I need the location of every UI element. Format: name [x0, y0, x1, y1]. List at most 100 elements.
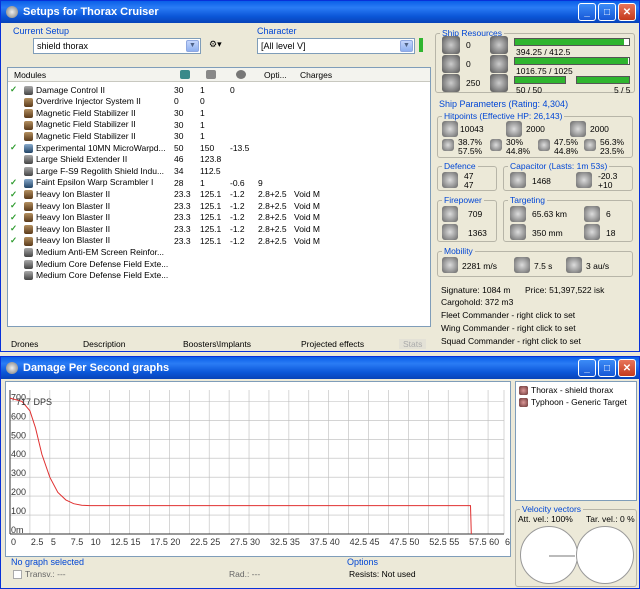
active-check-icon[interactable]: ✓	[10, 212, 17, 222]
x-tick-label: 37.5	[310, 537, 328, 547]
module-icon	[24, 225, 33, 235]
module-optimal: 2.8+2.5	[258, 200, 287, 211]
module-row[interactable]: Magnetic Field Stabilizer II 30 1	[8, 119, 430, 131]
sensor-strength-icon	[584, 224, 600, 240]
module-row[interactable]: ✓ Experimental 10MN MicroWarpd... 50 150 -13…	[8, 142, 430, 154]
fleet-commander[interactable]: Fleet Commander - right click to set	[441, 310, 575, 320]
wing-commander[interactable]: Wing Commander - right click to set	[441, 323, 576, 333]
powergrid-column-icon[interactable]	[206, 70, 216, 79]
module-row[interactable]: Medium Core Defense Field Exte...	[8, 270, 430, 282]
squad-commander[interactable]: Squad Commander - right click to set	[441, 336, 581, 346]
module-optimal	[256, 154, 292, 166]
module-icon	[24, 132, 33, 142]
resists-label[interactable]: Resists: Not used	[349, 569, 416, 579]
module-row[interactable]: Medium Anti-EM Screen Reinfor...	[8, 246, 430, 258]
maximize-button[interactable]: □	[598, 3, 616, 21]
setup-options-button[interactable]: ⚙▾	[209, 39, 235, 53]
module-row[interactable]: Large Shield Extender II 46 123.8	[8, 154, 430, 166]
module-cpu	[172, 258, 198, 270]
module-row[interactable]: ✓ Heavy Ion Blaster II 23.3 125.1 -1.2 2.8+2.…	[8, 223, 430, 235]
module-row[interactable]: Magnetic Field Stabilizer II 30 1	[8, 107, 430, 119]
scan-resolution-icon	[510, 224, 526, 240]
modules-list[interactable]: Modules Opti... Charges ✓ Damage Control …	[7, 67, 431, 327]
target-range-icon	[510, 206, 526, 222]
graph-close-button[interactable]: ✕	[618, 359, 636, 377]
module-cpu: 46	[174, 154, 184, 165]
character-dropdown[interactable]: [All level V] ▼	[257, 38, 415, 54]
current-setup-dropdown[interactable]: shield thorax ▼	[33, 38, 201, 54]
active-check-icon[interactable]: ✓	[10, 223, 17, 233]
current-setup-value: shield thorax	[37, 41, 89, 51]
active-check-icon[interactable]: ✓	[10, 177, 17, 187]
col-charges[interactable]: Charges	[300, 70, 332, 80]
active-check-icon[interactable]: ✓	[10, 84, 17, 94]
attacker-velocity-vector[interactable]	[520, 526, 578, 584]
module-optimal	[256, 119, 292, 131]
legend-item-target[interactable]: Typhoon - Generic Target	[519, 396, 633, 408]
cargohold: Cargohold: 372 m3	[441, 297, 514, 307]
volley-damage-icon	[442, 224, 458, 240]
bottom-tabs: Drones Description Boosters\Implants Pro…	[7, 339, 431, 351]
module-row[interactable]: ✓ Heavy Ion Blaster II 23.3 125.1 -1.2 2.8+2.…	[8, 235, 430, 247]
module-row[interactable]: ✓ Faint Epsilon Warp Scrambler I 28 1 -0.6 9	[8, 177, 430, 189]
cap-recharge-icon	[576, 172, 592, 188]
tab-drones[interactable]: Drones	[11, 339, 38, 349]
module-row[interactable]: Large F-S9 Regolith Shield Indu... 34 112.…	[8, 165, 430, 177]
em-resist-icon	[442, 139, 454, 151]
module-name: Heavy Ion Blaster II	[36, 223, 111, 234]
module-row[interactable]: ✓ Heavy Ion Blaster II 23.3 125.1 -1.2 2.8+2.…	[8, 212, 430, 224]
capacitor-column-icon[interactable]	[236, 70, 246, 79]
tab-stats[interactable]: Stats	[399, 339, 427, 349]
module-row[interactable]: ✓ Heavy Ion Blaster II 23.3 125.1 -1.2 2.8+2.…	[8, 188, 430, 200]
module-icon	[24, 85, 33, 95]
module-icon	[24, 120, 33, 130]
shield-hp: 10043	[460, 124, 484, 134]
target-velocity: Tar. vel.: 0 %	[586, 514, 635, 524]
tab-projected-effects[interactable]: Projected effects	[301, 339, 364, 349]
graph-maximize-button[interactable]: □	[598, 359, 616, 377]
module-charge: Void M	[294, 223, 320, 234]
velocity-vectors-group: Velocity vectors Att. vel.: 100% Tar. ve…	[515, 504, 637, 587]
module-row[interactable]: Overdrive Injector System II 0 0	[8, 96, 430, 108]
minimize-button[interactable]: _	[578, 3, 596, 21]
module-charge: Void M	[294, 212, 320, 223]
y-tick-label: 600	[11, 411, 26, 421]
setups-titlebar[interactable]: Setups for Thorax Cruiser _ □ ✕	[1, 1, 639, 23]
col-optimal[interactable]: Opti...	[264, 70, 287, 80]
module-cpu: 0	[174, 96, 179, 107]
defence-icon	[442, 172, 458, 188]
active-check-icon[interactable]: ✓	[10, 235, 17, 245]
close-button[interactable]: ✕	[618, 3, 636, 21]
character-value: [All level V]	[261, 41, 306, 51]
module-row[interactable]: Magnetic Field Stabilizer II 30 1	[8, 130, 430, 142]
vector-arrow	[549, 555, 575, 557]
graph-legend-list[interactable]: Thorax - shield thorax Typhoon - Generic…	[515, 381, 637, 501]
module-row[interactable]: Medium Core Defense Field Exte...	[8, 258, 430, 270]
module-powergrid: 1	[200, 131, 205, 142]
active-check-icon[interactable]: ✓	[10, 200, 17, 210]
graph-titlebar[interactable]: Damage Per Second graphs _ □ ✕	[1, 357, 639, 379]
app-icon	[6, 6, 18, 18]
transversal-checkbox[interactable]	[13, 570, 22, 579]
module-icon	[24, 236, 33, 246]
target-velocity-vector[interactable]	[576, 526, 634, 584]
module-charge	[292, 165, 430, 177]
tab-boosters-implants[interactable]: Boosters\Implants	[183, 339, 251, 349]
legend-item-attacker[interactable]: Thorax - shield thorax	[519, 384, 633, 396]
explosive-resist-icon	[584, 139, 596, 151]
cpu-column-icon[interactable]	[180, 70, 190, 79]
firepower-2: 1363	[468, 228, 487, 238]
module-row[interactable]: ✓ Heavy Ion Blaster II 23.3 125.1 -1.2 2.8+2.…	[8, 200, 430, 212]
capacitor-icon	[510, 172, 526, 188]
graph-minimize-button[interactable]: _	[578, 359, 596, 377]
y-tick-label: 100	[11, 506, 26, 516]
tab-description[interactable]: Description	[83, 339, 126, 349]
module-row[interactable]: ✓ Damage Control II 30 1 0	[8, 84, 430, 96]
active-check-icon[interactable]: ✓	[10, 189, 17, 199]
dps-graph-area[interactable]: 0 2.5 5 7.5 10 12.5 15 17.5 20 22.5 25 27.5 30 32.5 35…	[5, 381, 511, 557]
active-check-icon[interactable]: ✓	[10, 142, 17, 152]
module-powergrid: 112.5	[200, 165, 221, 176]
module-icon	[24, 190, 33, 200]
col-modules[interactable]: Modules	[14, 70, 46, 80]
module-name: Large F-S9 Regolith Shield Indu...	[36, 165, 165, 176]
